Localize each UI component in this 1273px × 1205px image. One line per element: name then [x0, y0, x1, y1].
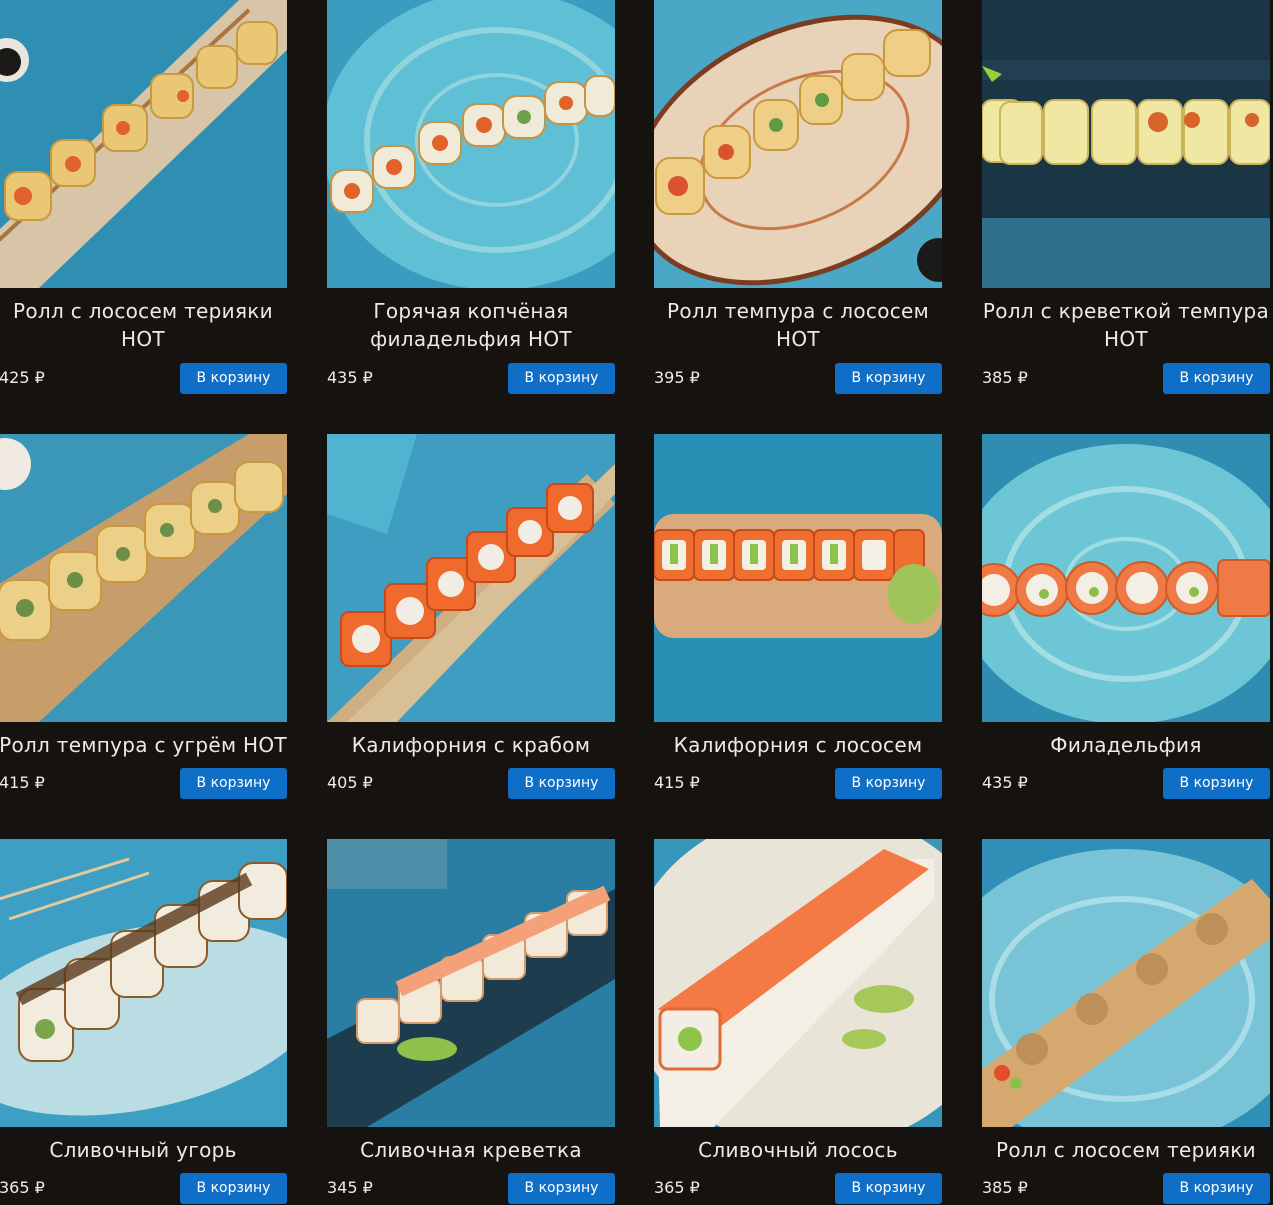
add-to-cart-button[interactable]: В корзину — [180, 1173, 287, 1204]
roll-photo-image — [0, 839, 287, 1127]
product-card: Калифорния с лососем 415 ₽ В корзину — [654, 405, 942, 799]
add-to-cart-button[interactable]: В корзину — [508, 768, 615, 799]
product-photo[interactable] — [982, 0, 1270, 288]
product-name: Сливочный лосось — [698, 1138, 898, 1162]
add-to-cart-button[interactable]: В корзину — [835, 363, 942, 394]
roll-photo-image — [982, 0, 1270, 288]
product-card: Сливочная креветка 345 ₽ В корзину — [327, 810, 615, 1204]
product-photo[interactable] — [0, 0, 287, 288]
product-card: Калифорния с крабом 405 ₽ В корзину — [327, 405, 615, 799]
product-name: Ролл с креветкой темпура HOT — [982, 299, 1270, 351]
roll-photo-image — [327, 839, 615, 1127]
product-price: 405 ₽ — [327, 773, 373, 792]
product-card: Ролл с лососем терияки HOT 425 ₽ В корзи… — [0, 0, 287, 394]
product-card: Ролл с креветкой темпура HOT 385 ₽ В кор… — [982, 0, 1270, 394]
product-name: Ролл темпура с лососем HOT — [666, 299, 930, 351]
product-price: 435 ₽ — [982, 773, 1028, 792]
product-photo[interactable] — [0, 839, 287, 1127]
product-name: Калифорния с крабом — [351, 733, 591, 757]
product-card: Ролл темпура с угрём HOT 415 ₽ В корзину — [0, 405, 287, 799]
product-photo[interactable] — [654, 434, 942, 722]
product-photo[interactable] — [327, 839, 615, 1127]
product-name: Сливочный угорь — [49, 1138, 237, 1162]
product-card: Филадельфия 435 ₽ В корзину — [982, 405, 1270, 799]
add-to-cart-button[interactable]: В корзину — [180, 768, 287, 799]
product-photo[interactable] — [327, 0, 615, 288]
product-price: 415 ₽ — [654, 773, 700, 792]
product-price: 395 ₽ — [654, 368, 700, 387]
product-name: Горячая копчёная филадельфия HOT — [370, 299, 572, 351]
roll-photo-image — [654, 434, 942, 722]
roll-photo-image — [0, 0, 287, 288]
roll-photo-image — [654, 0, 942, 288]
product-name: Филадельфия — [1050, 733, 1202, 757]
add-to-cart-button[interactable]: В корзину — [835, 1173, 942, 1204]
product-photo[interactable] — [0, 434, 287, 722]
product-price: 345 ₽ — [327, 1178, 373, 1197]
product-price: 385 ₽ — [982, 368, 1028, 387]
product-price: 365 ₽ — [654, 1178, 700, 1197]
roll-photo-image — [0, 434, 287, 722]
product-name: Ролл с лососем терияки — [996, 1138, 1256, 1162]
product-price: 385 ₽ — [982, 1178, 1028, 1197]
add-to-cart-button[interactable]: В корзину — [835, 768, 942, 799]
product-photo[interactable] — [982, 434, 1270, 722]
roll-photo-image — [654, 839, 942, 1127]
add-to-cart-button[interactable]: В корзину — [1163, 1173, 1270, 1204]
product-grid: Ролл с лососем терияки HOT 425 ₽ В корзи… — [0, 0, 1273, 1205]
product-price: 365 ₽ — [0, 1178, 45, 1197]
product-card: Ролл с лососем терияки 385 ₽ В корзину — [982, 810, 1270, 1204]
product-photo[interactable] — [327, 434, 615, 722]
product-photo[interactable] — [982, 839, 1270, 1127]
add-to-cart-button[interactable]: В корзину — [1163, 768, 1270, 799]
add-to-cart-button[interactable]: В корзину — [508, 363, 615, 394]
add-to-cart-button[interactable]: В корзину — [508, 1173, 615, 1204]
add-to-cart-button[interactable]: В корзину — [1163, 363, 1270, 394]
roll-photo-image — [327, 0, 615, 288]
product-price: 415 ₽ — [0, 773, 45, 792]
product-photo[interactable] — [654, 839, 942, 1127]
add-to-cart-button[interactable]: В корзину — [180, 363, 287, 394]
product-name: Ролл темпура с угрём HOT — [0, 733, 287, 757]
roll-photo-image — [982, 434, 1270, 722]
product-card: Сливочный лосось 365 ₽ В корзину — [654, 810, 942, 1204]
roll-photo-image — [327, 434, 615, 722]
product-name: Ролл с лососем терияки HOT — [13, 299, 273, 351]
product-card: Сливочный угорь 365 ₽ В корзину — [0, 810, 287, 1204]
roll-photo-image — [982, 839, 1270, 1127]
product-price: 435 ₽ — [327, 368, 373, 387]
product-photo[interactable] — [654, 0, 942, 288]
product-card: Ролл темпура с лососем HOT 395 ₽ В корзи… — [654, 0, 942, 394]
product-name: Калифорния с лососем — [673, 733, 923, 757]
product-price: 425 ₽ — [0, 368, 45, 387]
product-name: Сливочная креветка — [360, 1138, 582, 1162]
product-card: Горячая копчёная филадельфия HOT 435 ₽ В… — [327, 0, 615, 394]
